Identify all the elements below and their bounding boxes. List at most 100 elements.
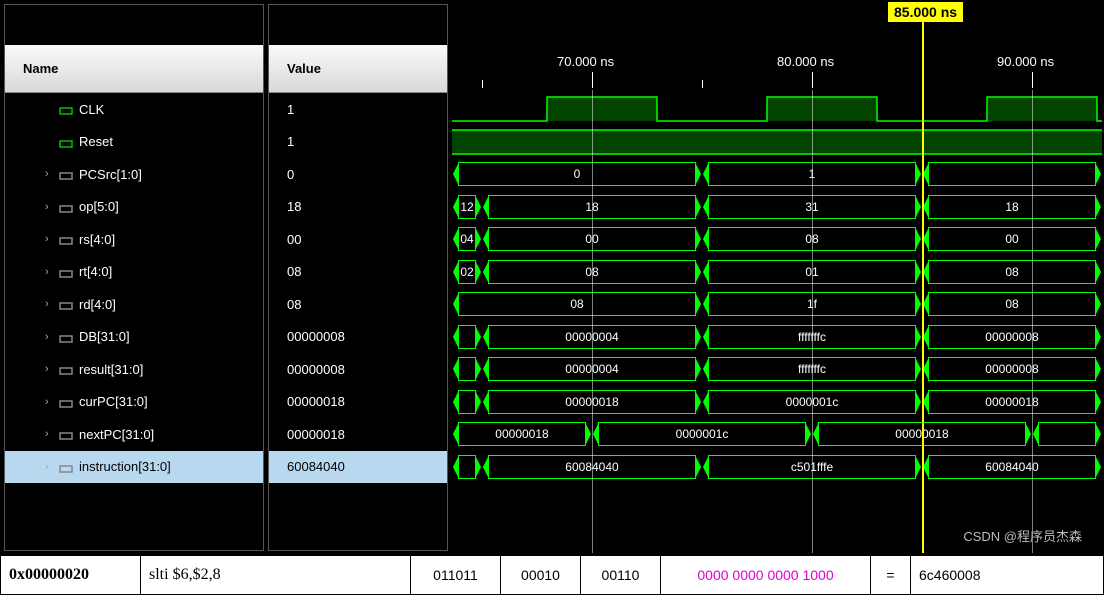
signal-value[interactable]: 00000018 [269,386,447,419]
bus-icon [59,202,73,212]
name-header: Name [5,45,263,93]
signal-value[interactable]: 00000008 [269,353,447,386]
signal-value[interactable]: 18 [269,191,447,224]
opcode-bits: 011011 [411,556,501,594]
wave-row[interactable]: 00000004fffffffc00000008 [452,321,1102,354]
bus-segment: 0000001c [598,422,806,446]
rs-bits: 00010 [501,556,581,594]
bus-segment: 00000018 [458,422,586,446]
wave-row[interactable]: 00000004fffffffc00000008 [452,353,1102,386]
signal-name: rs[4:0] [79,232,115,247]
bus-segment: 08 [928,292,1096,316]
signal-value[interactable]: 60084040 [269,451,447,484]
wave-row-reset[interactable] [452,126,1102,159]
signal-value[interactable]: 08 [269,256,447,289]
name-panel: Name CLK Reset › PCSrc[1:0] › op[5:0] › rs[4:0]… [4,4,264,551]
bus-segment: 04 [458,227,476,251]
timescale: 70.000 ns 80.000 ns 90.000 ns [452,42,1102,90]
tick-label: 70.000 ns [557,54,614,69]
address-cell: 0x00000020 [1,556,141,594]
hex-cell: 6c460008 [911,556,1103,594]
imm-bits: 0000 0000 0000 1000 [661,556,871,594]
signal-row-op50[interactable]: › op[5:0] [5,191,263,224]
bus-segment: 00000008 [928,325,1096,349]
wave-row[interactable]: 04000800 [452,223,1102,256]
bus-segment: 00000018 [928,390,1096,414]
signal-name: curPC[31:0] [79,394,148,409]
signal-row-Reset[interactable]: Reset [5,126,263,159]
bus-segment: 0 [458,162,696,186]
chevron-right-icon[interactable]: › [45,396,59,408]
signal-value[interactable]: 0 [269,158,447,191]
signal-row-curPC310[interactable]: › curPC[31:0] [5,386,263,419]
bus-segment: 08 [458,292,696,316]
chevron-right-icon[interactable]: › [45,461,59,473]
signal-name: op[5:0] [79,199,119,214]
chevron-right-icon[interactable]: › [45,428,59,440]
signal-row-rd40[interactable]: › rd[4:0] [5,288,263,321]
equals-cell: = [871,556,911,594]
signal-row-PCSrc10[interactable]: › PCSrc[1:0] [5,158,263,191]
rt-bits: 00110 [581,556,661,594]
tick-label: 80.000 ns [777,54,834,69]
value-header: Value [269,45,447,93]
wave-row[interactable]: 000000180000001c00000018 [452,386,1102,419]
bus-segment: 02 [458,260,476,284]
waveform-area[interactable]: 85.000 ns 70.000 ns 80.000 ns 90.000 ns … [452,2,1102,553]
cursor-line[interactable] [922,2,924,553]
bus-segment: 00 [928,227,1096,251]
bus-segment: 12 [458,195,476,219]
signal-name: rd[4:0] [79,297,116,312]
wave-row[interactable]: 60084040c501fffe60084040 [452,451,1102,484]
signal-row-result310[interactable]: › result[31:0] [5,353,263,386]
chevron-right-icon[interactable]: › [45,331,59,343]
bus-icon [59,397,73,407]
signal-name: result[31:0] [79,362,143,377]
signal-row-DB310[interactable]: › DB[31:0] [5,321,263,354]
chevron-right-icon[interactable]: › [45,201,59,213]
signal-value[interactable]: 08 [269,288,447,321]
signal-row-rt40[interactable]: › rt[4:0] [5,256,263,289]
bus-icon [59,332,73,342]
chevron-right-icon[interactable]: › [45,266,59,278]
signal-row-rs40[interactable]: › rs[4:0] [5,223,263,256]
bus-segment [458,357,476,381]
signal-name: rt[4:0] [79,264,112,279]
chevron-right-icon[interactable]: › [45,168,59,180]
bus-icon [59,429,73,439]
mnemonic-cell: slti $6,$2,8 [141,556,411,594]
wire-icon [59,104,73,114]
watermark: CSDN @程序员杰森 [963,526,1082,545]
bus-segment [458,390,476,414]
cursor-label[interactable]: 85.000 ns [888,2,963,22]
signal-row-CLK[interactable]: CLK [5,93,263,126]
chevron-right-icon[interactable]: › [45,298,59,310]
signal-name: DB[31:0] [79,329,130,344]
signal-value[interactable]: 00 [269,223,447,256]
wave-row[interactable]: 12183118 [452,191,1102,224]
bus-icon [59,267,73,277]
bus-segment: 18 [928,195,1096,219]
bus-segment [458,455,476,479]
chevron-right-icon[interactable]: › [45,363,59,375]
signal-row-instruction310[interactable]: ›instruction[31:0] [5,451,263,484]
signal-value[interactable]: 00000008 [269,321,447,354]
wave-row[interactable]: 000000180000001c00000018 [452,418,1102,451]
signal-name: CLK [79,102,104,117]
instruction-decode-row: 0x00000020 slti $6,$2,8 011011 00010 001… [0,555,1104,595]
bus-icon [59,364,73,374]
signal-value[interactable]: 00000018 [269,418,447,451]
wave-row[interactable]: 081f08 [452,288,1102,321]
bus-segment [928,162,1096,186]
wave-row[interactable]: 01 [452,158,1102,191]
signal-name: PCSrc[1:0] [79,167,142,182]
bus-segment: 08 [928,260,1096,284]
chevron-right-icon[interactable]: › [45,233,59,245]
signal-value[interactable]: 1 [269,93,447,126]
wave-row-clk[interactable] [452,93,1102,126]
signal-name: Reset [79,134,113,149]
signal-row-nextPC310[interactable]: ›nextPC[31:0] [5,418,263,451]
tick-label: 90.000 ns [997,54,1054,69]
wave-row[interactable]: 02080108 [452,256,1102,289]
signal-value[interactable]: 1 [269,126,447,159]
